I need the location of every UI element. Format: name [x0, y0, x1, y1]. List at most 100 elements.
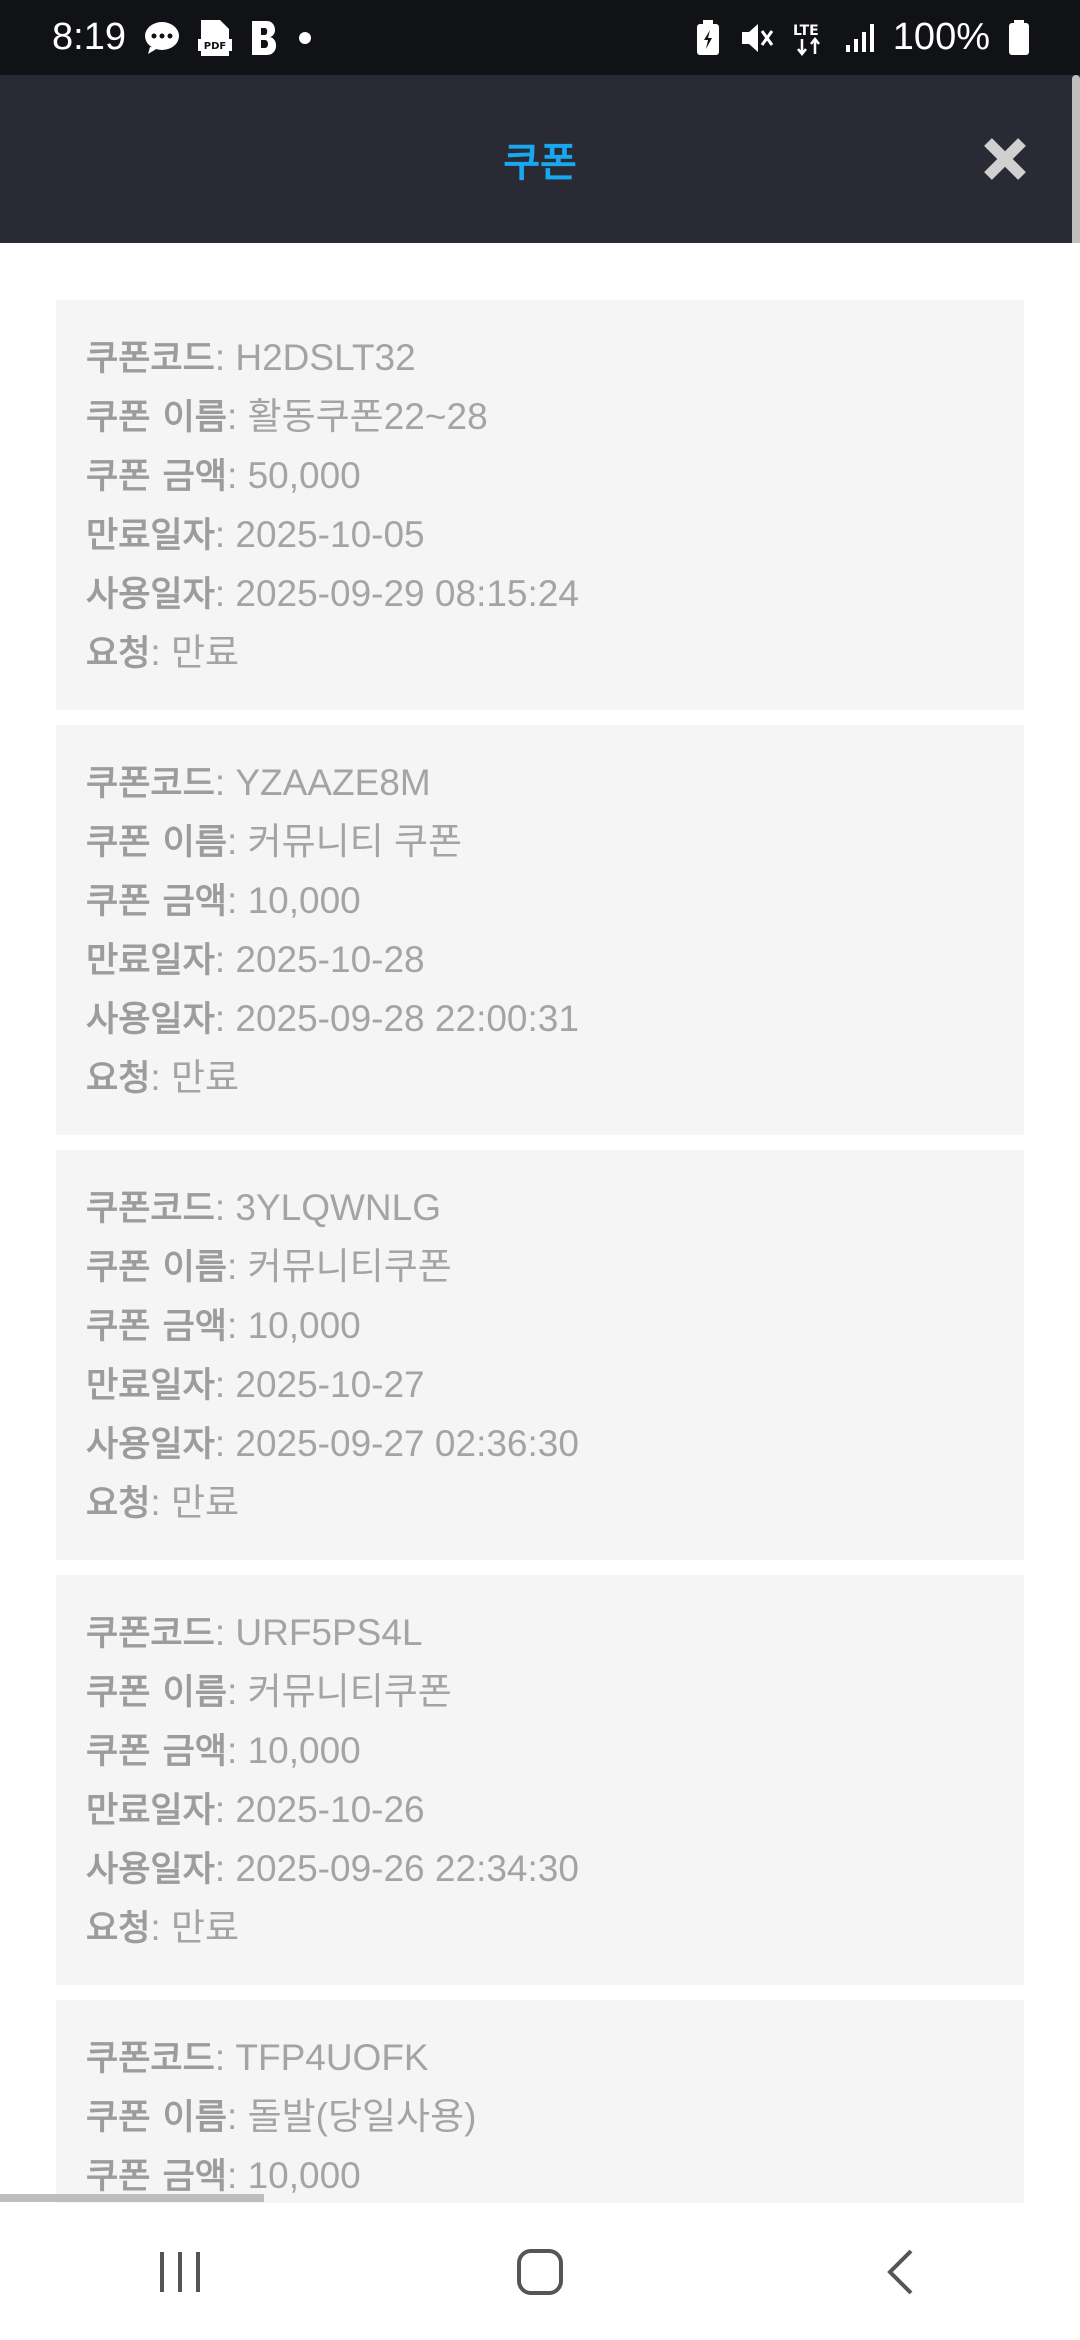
recent-apps-icon [160, 2251, 200, 2292]
coupon-used-row: 사용일자: 2025-09-26 22:34:30 [86, 1848, 579, 1890]
status-bar: 8:19 PDF LTE 100% [0, 0, 1080, 75]
coupon-expiry-row: 만료일자: 2025-10-05 [86, 514, 425, 556]
battery-icon [1008, 19, 1030, 56]
field-label: 쿠폰코드 [86, 339, 215, 379]
field-label: 만료일자 [86, 1791, 215, 1831]
coupon-amount-value: 50,000 [247, 455, 361, 496]
coupon-request-row: 요청: 만료 [86, 1482, 240, 1524]
back-button[interactable] [840, 2222, 960, 2322]
coupon-code-value: 3YLQWNLG [235, 1187, 441, 1228]
coupon-code-value: H2DSLT32 [235, 337, 416, 378]
coupon-name-value: 돌발(당일사용) [247, 2096, 477, 2137]
coupon-used-row: 사용일자: 2025-09-29 08:15:24 [86, 573, 579, 615]
coupon-used-value: 2025-09-26 22:34:30 [235, 1848, 579, 1889]
svg-text:LTE: LTE [793, 23, 819, 39]
coupon-request-row: 요청: 만료 [86, 1907, 240, 1949]
field-label: 사용일자 [86, 575, 215, 615]
field-label: 만료일자 [86, 516, 215, 556]
field-label: 쿠폰 금액 [86, 1307, 227, 1347]
coupon-request-value: 만료 [170, 1482, 240, 1523]
coupon-amount-row: 쿠폰 금액: 10,000 [86, 1305, 361, 1347]
coupon-name-row: 쿠폰 이름: 커뮤니티 쿠폰 [86, 821, 463, 863]
field-label: 쿠폰 금액 [86, 2157, 227, 2197]
coupon-list[interactable]: 쿠폰코드: H2DSLT32 쿠폰 이름: 활동쿠폰22~28 쿠폰 금액: 5… [0, 243, 1080, 2203]
coupon-code-row: 쿠폰코드: TFP4UOFK [86, 2037, 429, 2079]
coupon-name-value: 커뮤니티쿠폰 [247, 1246, 452, 1287]
lte-icon: LTE [793, 19, 827, 57]
coupon-used-row: 사용일자: 2025-09-28 22:00:31 [86, 998, 579, 1040]
coupon-amount-value: 10,000 [247, 2155, 361, 2196]
coupon-amount-value: 10,000 [247, 880, 361, 921]
coupon-expiry-row: 만료일자: 2025-10-27 [86, 1364, 425, 1406]
coupon-name-row: 쿠폰 이름: 커뮤니티쿠폰 [86, 1246, 452, 1288]
field-label: 쿠폰코드 [86, 1189, 215, 1229]
coupon-expiry-value: 2025-10-28 [235, 939, 425, 980]
coupon-code-value: URF5PS4L [235, 1612, 423, 1653]
coupon-amount-row: 쿠폰 금액: 50,000 [86, 455, 361, 497]
field-label: 사용일자 [86, 1425, 215, 1465]
back-icon [887, 2249, 913, 2294]
coupon-name-row: 쿠폰 이름: 활동쿠폰22~28 [86, 396, 488, 438]
close-button[interactable] [978, 132, 1032, 186]
coupon-name-value: 커뮤니티 쿠폰 [247, 821, 463, 862]
coupon-name-row: 쿠폰 이름: 돌발(당일사용) [86, 2096, 477, 2138]
field-label: 쿠폰 이름 [86, 1673, 227, 1713]
b-app-icon [250, 19, 280, 57]
coupon-used-row: 사용일자: 2025-09-27 02:36:30 [86, 1423, 579, 1465]
field-label: 만료일자 [86, 1366, 215, 1406]
coupon-name-value: 활동쿠폰22~28 [247, 396, 488, 437]
coupon-code-row: 쿠폰코드: H2DSLT32 [86, 337, 416, 379]
header-bar: 쿠폰 [0, 75, 1080, 243]
field-label: 쿠폰 이름 [86, 2098, 227, 2138]
coupon-card: 쿠폰코드: YZAAZE8M 쿠폰 이름: 커뮤니티 쿠폰 쿠폰 금액: 10,… [56, 725, 1024, 1135]
home-button[interactable] [480, 2222, 600, 2322]
horizontal-scrollbar[interactable] [0, 2194, 264, 2202]
pdf-file-icon: PDF [197, 19, 232, 57]
field-label: 쿠폰 이름 [86, 823, 227, 863]
field-label: 요청 [86, 1909, 151, 1949]
field-label: 쿠폰코드 [86, 2039, 215, 2079]
coupon-request-value: 만료 [170, 1907, 240, 1948]
coupon-name-value: 커뮤니티쿠폰 [247, 1671, 452, 1712]
coupon-card: 쿠폰코드: H2DSLT32 쿠폰 이름: 활동쿠폰22~28 쿠폰 금액: 5… [56, 300, 1024, 710]
field-label: 요청 [86, 1484, 151, 1524]
signal-icon [845, 23, 875, 53]
coupon-request-row: 요청: 만료 [86, 632, 240, 674]
field-label: 사용일자 [86, 1000, 215, 1040]
coupon-card: 쿠폰코드: URF5PS4L 쿠폰 이름: 커뮤니티쿠폰 쿠폰 금액: 10,0… [56, 1575, 1024, 1985]
recent-apps-button[interactable] [120, 2222, 240, 2322]
close-icon [984, 138, 1026, 180]
field-label: 쿠폰 금액 [86, 1732, 227, 1772]
coupon-code-value: TFP4UOFK [235, 2037, 429, 2078]
battery-percentage: 100% [892, 16, 990, 58]
notification-dot-icon [298, 31, 312, 45]
field-label: 만료일자 [86, 941, 215, 981]
coupon-used-value: 2025-09-27 02:36:30 [235, 1423, 579, 1464]
coupon-expiry-value: 2025-10-26 [235, 1789, 425, 1830]
coupon-request-row: 요청: 만료 [86, 1057, 240, 1099]
coupon-code-row: 쿠폰코드: 3YLQWNLG [86, 1187, 441, 1229]
coupon-code-row: 쿠폰코드: YZAAZE8M [86, 762, 431, 804]
coupon-used-value: 2025-09-29 08:15:24 [235, 573, 579, 614]
coupon-card: 쿠폰코드: 3YLQWNLG 쿠폰 이름: 커뮤니티쿠폰 쿠폰 금액: 10,0… [56, 1150, 1024, 1560]
battery-saver-icon [695, 19, 721, 56]
field-label: 쿠폰 이름 [86, 398, 227, 438]
coupon-expiry-row: 만료일자: 2025-10-28 [86, 939, 425, 981]
field-label: 쿠폰 이름 [86, 1248, 227, 1288]
mute-icon [739, 21, 775, 55]
coupon-used-value: 2025-09-28 22:00:31 [235, 998, 579, 1039]
field-label: 요청 [86, 634, 151, 674]
system-nav-bar [0, 2203, 1080, 2340]
field-label: 사용일자 [86, 1850, 215, 1890]
coupon-card: 쿠폰코드: TFP4UOFK 쿠폰 이름: 돌발(당일사용) 쿠폰 금액: 10… [56, 2000, 1024, 2203]
coupon-code-row: 쿠폰코드: URF5PS4L [86, 1612, 423, 1654]
field-label: 쿠폰 금액 [86, 457, 227, 497]
coupon-expiry-value: 2025-10-27 [235, 1364, 425, 1405]
field-label: 쿠폰코드 [86, 764, 215, 804]
coupon-request-value: 만료 [170, 1057, 240, 1098]
page-title: 쿠폰 [503, 140, 577, 186]
coupon-name-row: 쿠폰 이름: 커뮤니티쿠폰 [86, 1671, 452, 1713]
field-label: 쿠폰 금액 [86, 882, 227, 922]
coupon-expiry-row: 만료일자: 2025-10-26 [86, 1789, 425, 1831]
field-label: 쿠폰코드 [86, 1614, 215, 1654]
